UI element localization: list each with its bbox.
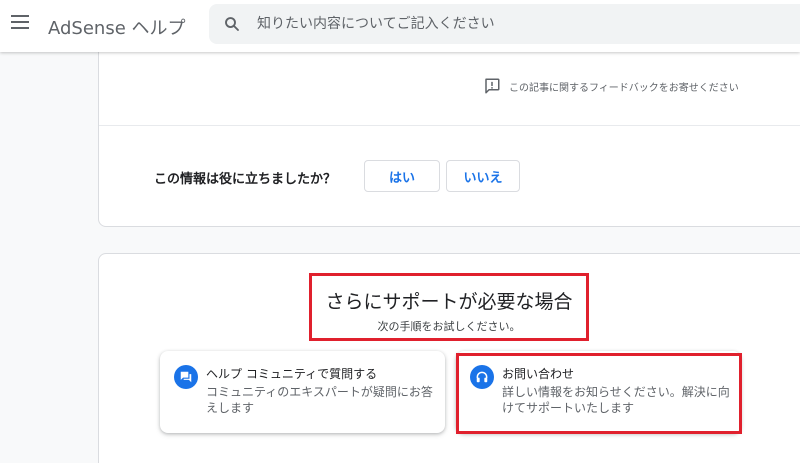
contact-option[interactable]: お問い合わせ 詳しい情報をお知らせください。解決に向けてサポートいたします bbox=[456, 351, 741, 433]
send-feedback-link[interactable]: この記事に関するフィードバックをお寄せください bbox=[483, 77, 739, 95]
headset-icon bbox=[470, 365, 494, 389]
feedback-icon bbox=[485, 78, 500, 94]
yes-button[interactable]: はい bbox=[364, 160, 440, 192]
app-title[interactable]: AdSense ヘルプ bbox=[48, 14, 186, 40]
divider bbox=[99, 125, 800, 126]
option-description: 詳しい情報をお知らせください。解決に向けてサポートいたします bbox=[502, 385, 730, 415]
search-input[interactable] bbox=[257, 4, 777, 44]
more-help-card: さらにサポートが必要な場合 次の手順をお試しください。 ヘルプ コミュニティで質… bbox=[98, 253, 800, 463]
search-bar[interactable] bbox=[209, 4, 800, 44]
community-option[interactable]: ヘルプ コミュニティで質問する コミュニティのエキスパートが疑問にお答えします bbox=[160, 351, 445, 433]
helpful-question: この情報は役に立ちましたか？ bbox=[154, 172, 337, 187]
top-app-bar: AdSense ヘルプ bbox=[0, 0, 800, 52]
menu-icon[interactable] bbox=[11, 15, 29, 29]
option-description: コミュニティのエキスパートが疑問にお答えします bbox=[206, 385, 433, 415]
article-feedback-card: この記事に関するフィードバックをお寄せください この情報は役に立ちましたか？ は… bbox=[98, 42, 800, 227]
feedback-link-label: この記事に関するフィードバックをお寄せください bbox=[509, 82, 739, 94]
heading-highlight-box: さらにサポートが必要な場合 次の手順をお試しください。 bbox=[309, 273, 589, 341]
no-button[interactable]: いいえ bbox=[446, 160, 520, 192]
option-title: ヘルプ コミュニティで質問する bbox=[206, 367, 378, 381]
more-help-title: さらにサポートが必要な場合 bbox=[325, 291, 573, 313]
option-title: お問い合わせ bbox=[502, 367, 575, 381]
more-help-subtitle: 次の手順をお試しください。 bbox=[377, 320, 521, 333]
search-icon[interactable] bbox=[223, 15, 241, 33]
forum-icon bbox=[174, 365, 198, 389]
